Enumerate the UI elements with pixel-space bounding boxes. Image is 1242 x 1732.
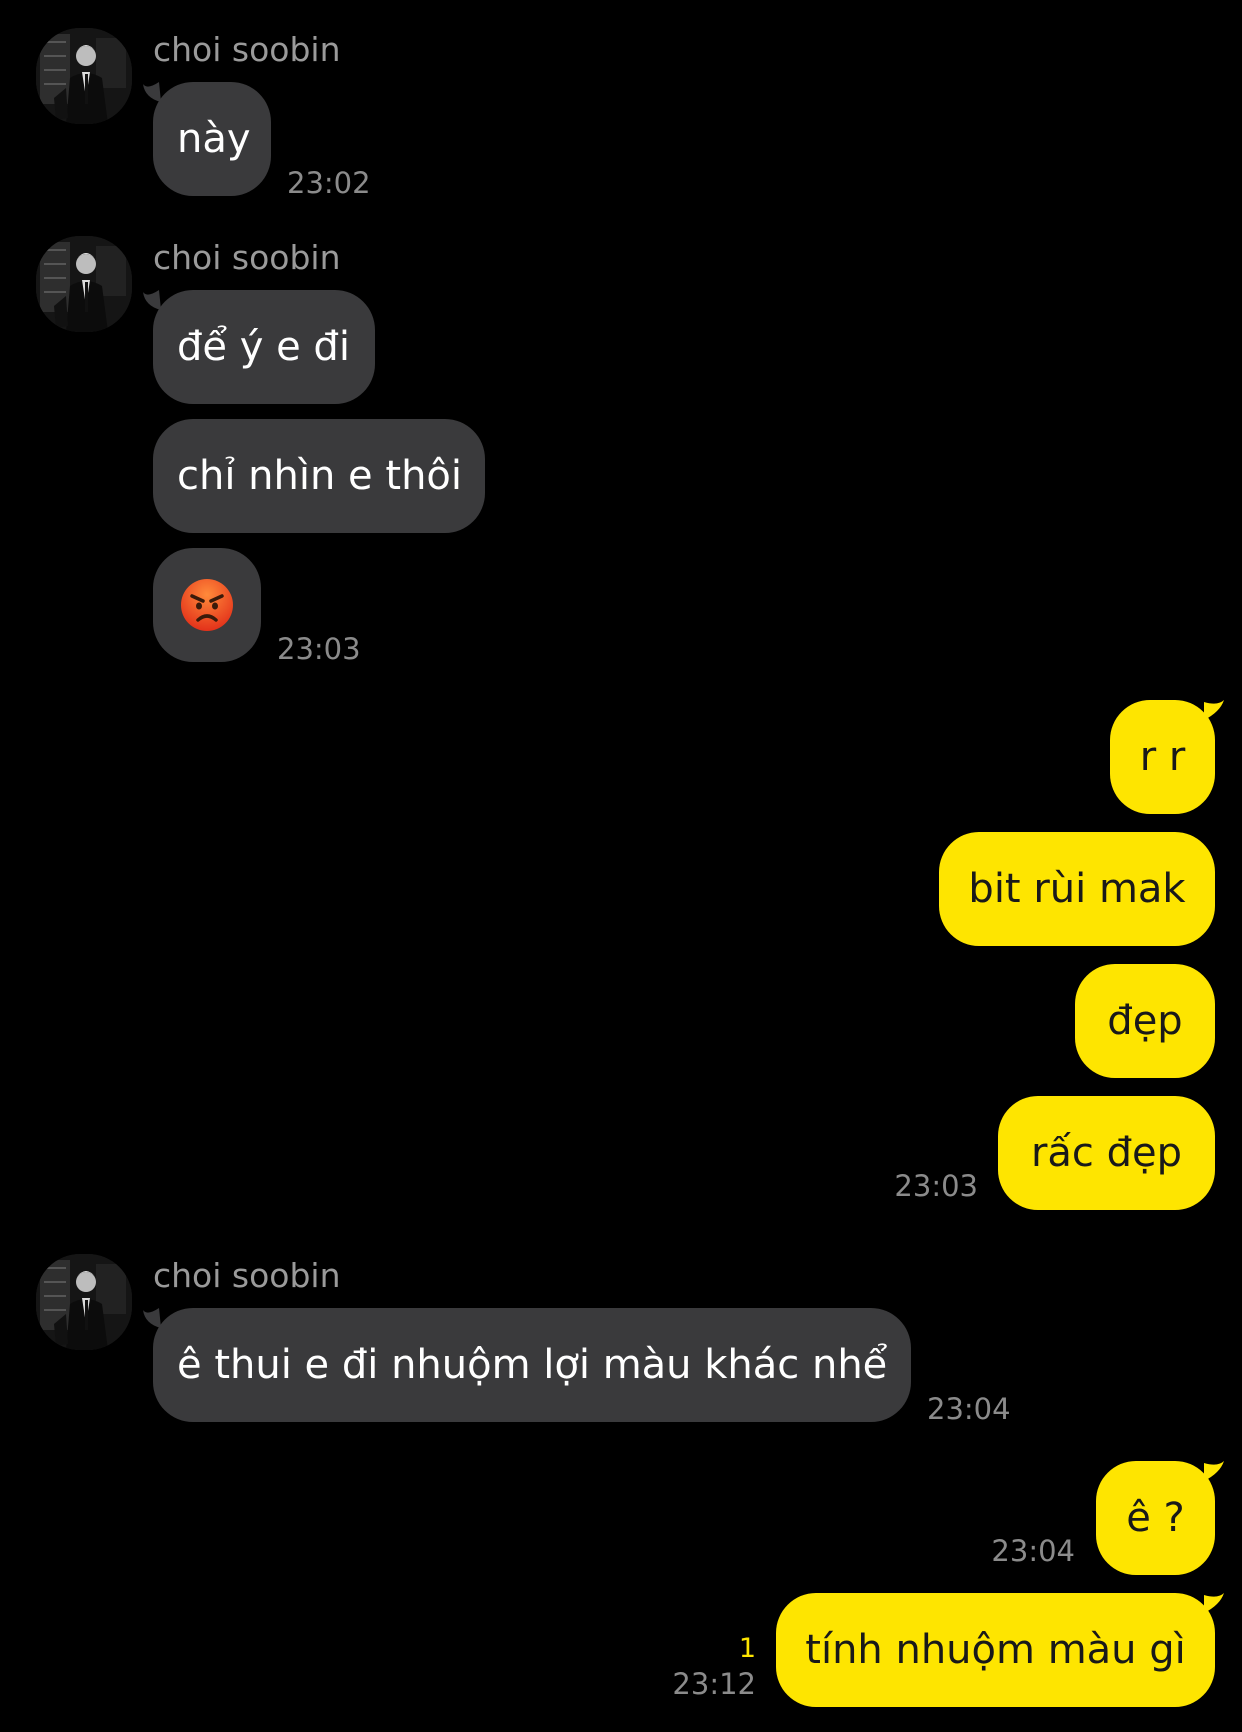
message-bubble[interactable]: chỉ nhìn e thôi <box>153 419 485 533</box>
message-bubble[interactable]: này <box>153 82 271 196</box>
message-text: này <box>177 116 251 162</box>
message-bubble[interactable]: r r <box>1110 700 1215 814</box>
message-timestamp: 23:03 <box>277 632 361 666</box>
contact-avatar[interactable] <box>36 1254 132 1350</box>
message-bubble[interactable]: tính nhuộm màu gì <box>776 1593 1215 1707</box>
contact-avatar[interactable] <box>36 236 132 332</box>
message-text: ê ? <box>1126 1495 1185 1541</box>
message-timestamp: 23:12 <box>672 1667 756 1701</box>
message-timestamp: 23:02 <box>287 166 371 200</box>
message-bubble[interactable]: đẹp <box>1075 964 1215 1078</box>
sender-name: choi soobin <box>153 30 341 69</box>
angry-face-icon <box>181 579 233 631</box>
message-text: ê thui e đi nhuộm lợi màu khác nhể <box>177 1342 888 1388</box>
message-text: bit rùi mak <box>968 866 1186 912</box>
message-bubble[interactable]: rấc đẹp <box>998 1096 1215 1210</box>
message-text: chỉ nhìn e thôi <box>177 453 462 499</box>
message-timestamp: 23:04 <box>927 1392 1011 1426</box>
contact-avatar[interactable] <box>36 28 132 124</box>
message-text: tính nhuộm màu gì <box>805 1627 1186 1673</box>
sender-name: choi soobin <box>153 1256 341 1295</box>
message-text: để ý e đi <box>177 324 350 370</box>
message-timestamp: 23:03 <box>894 1169 978 1203</box>
message-bubble[interactable] <box>153 548 261 662</box>
message-text: r r <box>1139 734 1186 780</box>
message-text: đẹp <box>1107 998 1183 1044</box>
message-bubble[interactable]: để ý e đi <box>153 290 375 404</box>
message-bubble[interactable]: ê thui e đi nhuộm lợi màu khác nhể <box>153 1308 911 1422</box>
message-text: rấc đẹp <box>1030 1130 1183 1176</box>
message-bubble[interactable]: ê ? <box>1096 1461 1215 1575</box>
message-timestamp: 23:04 <box>991 1534 1075 1568</box>
message-bubble[interactable]: bit rùi mak <box>939 832 1215 946</box>
unread-count-badge: 1 <box>738 1633 756 1664</box>
sender-name: choi soobin <box>153 238 341 277</box>
